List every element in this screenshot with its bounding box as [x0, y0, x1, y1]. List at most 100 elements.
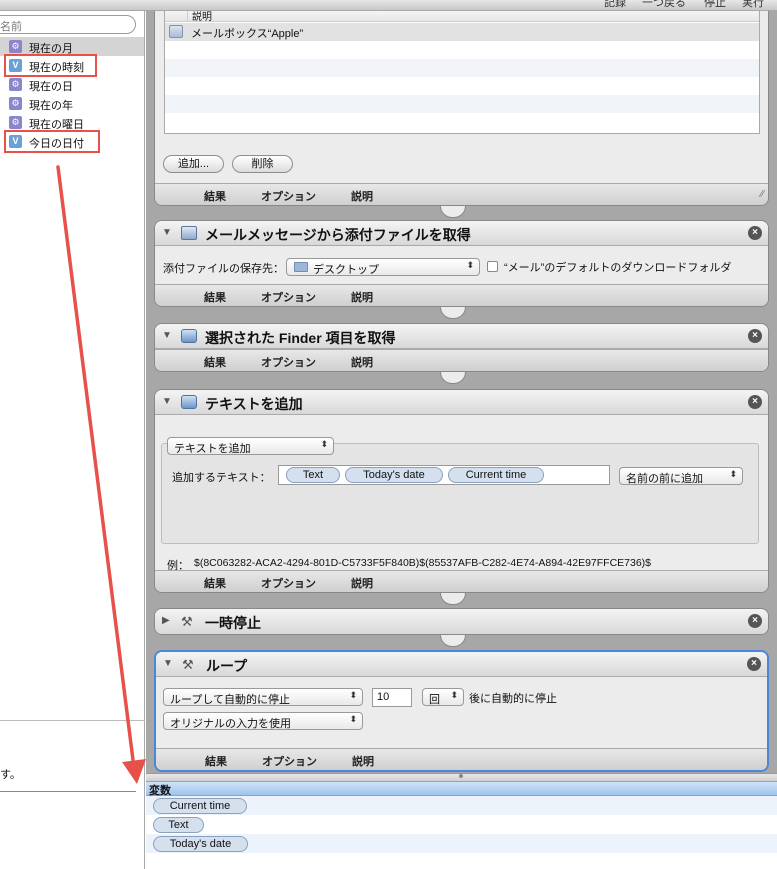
- run-button[interactable]: 実行: [742, 0, 764, 10]
- tab-options[interactable]: オプション: [262, 753, 317, 769]
- loop-count-field[interactable]: 10: [372, 688, 412, 707]
- list-item-label: 現在の年: [29, 100, 73, 112]
- panel-title: ループ: [206, 658, 248, 674]
- tab-options[interactable]: オプション: [261, 354, 316, 370]
- tab-description[interactable]: 説明: [351, 289, 373, 305]
- panel-footer: 結果 オプション 説明 ⁄⁄: [155, 183, 768, 205]
- tab-options[interactable]: オプション: [261, 575, 316, 591]
- connector: [440, 593, 466, 605]
- panel-title: 一時停止: [205, 615, 261, 631]
- select-value: オリジナルの入力を使用: [170, 718, 291, 730]
- splitter-handle-icon[interactable]: [459, 774, 463, 778]
- panel-header[interactable]: ▼ 選択された Finder 項目を取得 ×: [155, 324, 768, 349]
- mailbox-name: メールボックス“Apple”: [191, 28, 304, 40]
- input-source-select[interactable]: オリジナルの入力を使用 ⬍: [163, 712, 363, 730]
- action-panel-add-text: ▼ テキストを追加 × テキストを追加 ⬍ 追加するテキスト： Text Tod…: [154, 389, 769, 593]
- close-icon[interactable]: ×: [748, 226, 762, 240]
- panel-header[interactable]: ▼ メールメッセージから添付ファイルを取得 ×: [155, 221, 768, 246]
- panel-footer: 結果 オプション 説明: [156, 748, 767, 770]
- resize-grip-icon[interactable]: ⁄⁄: [761, 189, 764, 200]
- variables-pane: 変数 Current time Text Today's date: [146, 773, 777, 869]
- select-value: デスクトップ: [313, 264, 379, 276]
- close-icon[interactable]: ×: [748, 614, 762, 628]
- select-value: 回: [429, 694, 440, 706]
- action-panel-loop: ▼ ⚒ ループ × ループして自動的に停止 ⬍ 10 回 ⬍ 後に自動的に停止 …: [154, 650, 769, 772]
- mode-select[interactable]: テキストを追加 ⬍: [167, 437, 334, 455]
- list-item-current-day[interactable]: ⚙ 現在の日: [0, 75, 144, 94]
- action-panel-get-attachments: ▼ メールメッセージから添付ファイルを取得 × 添付ファイルの保存先： デスクト…: [154, 220, 769, 307]
- add-button[interactable]: 追加...: [163, 155, 224, 173]
- toolbar: 記録 一つ戻る 停止 実行: [0, 0, 777, 11]
- default-folder-checkbox[interactable]: [487, 261, 498, 272]
- variable-todays-date[interactable]: Today's date: [153, 836, 248, 852]
- disclosure-triangle-icon[interactable]: ▼: [162, 330, 172, 341]
- loop-mode-select[interactable]: ループして自動的に停止 ⬍: [163, 688, 363, 706]
- disclosure-triangle-icon[interactable]: ▶: [162, 615, 170, 626]
- options-box: [161, 443, 759, 544]
- checkbox-label: “メール”のデフォルトのダウンロードフォルダ: [504, 262, 732, 274]
- highlight-box: [4, 54, 97, 77]
- token-todays-date[interactable]: Today's date: [345, 467, 443, 483]
- tab-options[interactable]: オプション: [261, 188, 316, 204]
- tab-results[interactable]: 結果: [204, 354, 226, 370]
- gear-icon: ⚙: [9, 116, 22, 129]
- token-current-time[interactable]: Current time: [448, 467, 544, 483]
- gear-icon: ⚙: [9, 78, 22, 91]
- select-value: ループして自動的に停止: [170, 694, 291, 706]
- panel-title: 選択された Finder 項目を取得: [205, 330, 396, 346]
- tab-description[interactable]: 説明: [352, 753, 374, 769]
- mailbox-icon: [169, 25, 183, 38]
- table-row[interactable]: メールボックス“Apple”: [165, 23, 759, 41]
- tab-description[interactable]: 説明: [351, 188, 373, 204]
- connector: [440, 206, 466, 218]
- tab-results[interactable]: 結果: [205, 753, 227, 769]
- panel-footer: 結果 オプション 説明: [155, 570, 768, 592]
- list-item-label: 現在の日: [29, 81, 73, 93]
- variable-text[interactable]: Text: [153, 817, 204, 833]
- tab-description[interactable]: 説明: [351, 575, 373, 591]
- list-item-current-year[interactable]: ⚙ 現在の年: [0, 94, 144, 113]
- field-value: 10: [377, 691, 390, 703]
- variable-current-time[interactable]: Current time: [153, 798, 247, 814]
- column-header: 説明: [192, 12, 212, 23]
- panel-header[interactable]: ▼ ⚒ ループ ×: [156, 652, 767, 677]
- delete-button[interactable]: 削除: [232, 155, 293, 173]
- tab-results[interactable]: 結果: [204, 289, 226, 305]
- divider: [0, 791, 136, 792]
- record-button[interactable]: 記録: [604, 0, 626, 10]
- auto-stop-label: 後に自動的に停止: [469, 693, 557, 705]
- panel-title: テキストを追加: [205, 396, 303, 412]
- panel-header[interactable]: ▼ テキストを追加 ×: [155, 390, 768, 415]
- mail-icon: [181, 226, 197, 240]
- description-text: す。: [0, 769, 21, 781]
- tab-results[interactable]: 結果: [204, 575, 226, 591]
- tab-options[interactable]: オプション: [261, 289, 316, 305]
- variables-header: 変数: [146, 781, 777, 797]
- step-back-button[interactable]: 一つ戻る: [642, 0, 686, 10]
- disclosure-triangle-icon[interactable]: ▼: [162, 396, 172, 407]
- save-location-select[interactable]: デスクトップ ⬍: [286, 258, 480, 276]
- tab-results[interactable]: 結果: [204, 188, 226, 204]
- token-text[interactable]: Text: [286, 467, 340, 483]
- highlight-box: [4, 130, 100, 153]
- folder-icon: [294, 262, 308, 272]
- connector: [440, 307, 466, 319]
- search-field[interactable]: 名前: [0, 15, 136, 34]
- position-select[interactable]: 名前の前に追加 ⬍: [619, 467, 743, 485]
- panel-title: メールメッセージから添付ファイルを取得: [205, 227, 471, 243]
- loop-unit-select[interactable]: 回 ⬍: [422, 688, 464, 706]
- disclosure-triangle-icon[interactable]: ▼: [163, 658, 173, 669]
- stop-button[interactable]: 停止: [704, 0, 726, 10]
- panel-header[interactable]: ▶ ⚒ 一時停止 ×: [155, 609, 768, 634]
- close-icon[interactable]: ×: [747, 657, 761, 671]
- finder-icon: [181, 329, 197, 343]
- close-icon[interactable]: ×: [748, 395, 762, 409]
- description-pane: す。: [0, 720, 145, 869]
- connector: [440, 635, 466, 647]
- disclosure-triangle-icon[interactable]: ▼: [162, 227, 172, 238]
- tab-description[interactable]: 説明: [351, 354, 373, 370]
- close-icon[interactable]: ×: [748, 329, 762, 343]
- select-value: テキストを追加: [174, 443, 251, 455]
- splitter[interactable]: [146, 773, 777, 781]
- gear-icon: ⚙: [9, 40, 22, 53]
